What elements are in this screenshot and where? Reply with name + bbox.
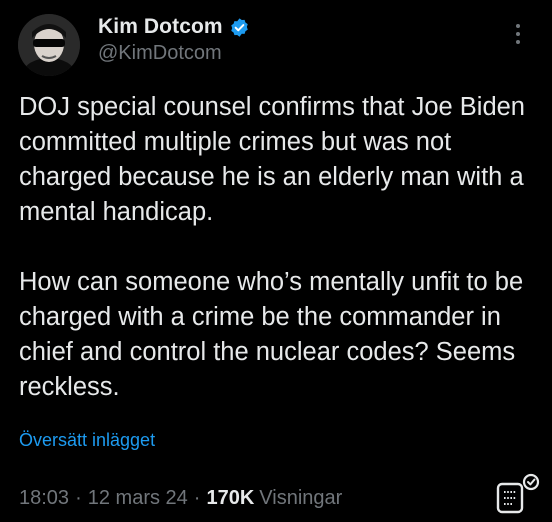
tweet-paragraph: DOJ special counsel confirms that Joe Bi… <box>19 93 525 226</box>
tweet-text: DOJ special counsel confirms that Joe Bi… <box>19 90 539 405</box>
post-meta: 18:03 · 12 mars 24 · 170K Visningar <box>19 487 342 510</box>
verified-badge-icon <box>229 17 250 38</box>
post-time[interactable]: 18:03 <box>19 487 69 510</box>
meta-separator: · <box>75 487 82 509</box>
meta-separator: · <box>193 487 201 509</box>
avatar[interactable] <box>18 14 80 76</box>
post-analytics-icon[interactable] <box>495 472 545 516</box>
display-name[interactable]: Kim Dotcom <box>98 15 223 39</box>
views-label: Visningar <box>259 487 343 509</box>
author-name-row[interactable]: Kim Dotcom <box>98 14 250 40</box>
more-options-icon[interactable] <box>511 24 525 50</box>
post-date[interactable]: 12 mars 24 <box>88 487 188 510</box>
avatar-image <box>18 14 80 76</box>
tweet-paragraph: How can someone who’s mentally unfit to … <box>19 268 524 401</box>
translate-post-link[interactable]: Översätt inlägget <box>19 430 155 451</box>
views-count: 170K <box>206 487 255 509</box>
author-handle[interactable]: @KimDotcom <box>98 42 222 65</box>
